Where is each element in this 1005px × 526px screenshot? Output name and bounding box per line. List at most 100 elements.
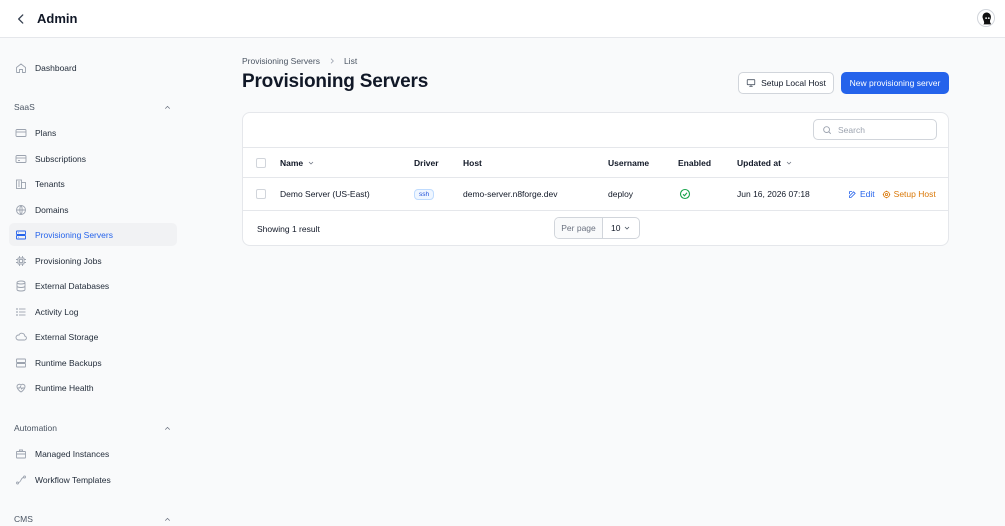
column-enabled-header: Enabled bbox=[678, 157, 712, 168]
database-icon bbox=[16, 280, 26, 291]
sidebar-item-dashboard[interactable]: Dashboard bbox=[9, 56, 177, 79]
select-all-checkbox[interactable] bbox=[256, 157, 266, 168]
group-saas-header[interactable]: SaaS bbox=[14, 100, 172, 114]
sidebar-item-runtime-health[interactable]: Runtime Health bbox=[9, 376, 177, 399]
column-driver-header: Driver bbox=[414, 157, 439, 168]
table-header: Name Driver Host Username Enabled Update… bbox=[243, 147, 948, 178]
column-name-header[interactable]: Name bbox=[280, 148, 315, 177]
cell-username: deploy bbox=[608, 189, 634, 199]
sidebar-item-label: Tenants bbox=[35, 178, 65, 189]
credit-card-icon bbox=[15, 128, 27, 137]
select-all-cell bbox=[256, 148, 266, 177]
group-cms-header[interactable]: CMS bbox=[14, 512, 172, 526]
per-page-label: Per page bbox=[555, 218, 603, 238]
new-provisioning-server-button[interactable]: New provisioning server bbox=[841, 72, 949, 94]
group-label: Automation bbox=[14, 423, 57, 433]
sidebar-item-label: Plans bbox=[35, 127, 57, 138]
sidebar-item-label: Provisioning Servers bbox=[35, 229, 113, 240]
breadcrumb-link[interactable]: Provisioning Servers bbox=[242, 56, 320, 66]
check-circle-icon bbox=[679, 188, 691, 200]
sidebar-item-label: External Storage bbox=[35, 331, 99, 342]
group-label: CMS bbox=[14, 514, 33, 524]
list-icon bbox=[16, 307, 26, 316]
setup-local-host-button[interactable]: Setup Local Host bbox=[738, 72, 834, 94]
chevron-up-icon bbox=[164, 517, 171, 521]
driver-badge: ssh bbox=[414, 188, 435, 200]
building-icon bbox=[16, 179, 26, 189]
column-updated-header[interactable]: Updated at bbox=[737, 148, 793, 177]
cell-name: Demo Server (US-East) bbox=[280, 189, 370, 199]
row-select-cell bbox=[256, 178, 266, 210]
server-stack-icon bbox=[16, 358, 26, 367]
search-box[interactable] bbox=[813, 119, 937, 140]
sidebar-item-label: Activity Log bbox=[35, 306, 79, 317]
chevron-down-icon bbox=[308, 161, 314, 165]
sidebar-item-label: Workflow Templates bbox=[35, 474, 111, 485]
sidebar-item-domains[interactable]: Domains bbox=[9, 198, 177, 221]
cell-host: demo-server.n8forge.dev bbox=[463, 189, 558, 199]
sidebar-item-label: External Databases bbox=[35, 280, 110, 291]
sidebar-item-subscriptions[interactable]: Subscriptions bbox=[9, 147, 177, 170]
cloud-icon bbox=[15, 332, 27, 340]
chevron-up-icon bbox=[164, 426, 171, 430]
sidebar-item-runtime-backups[interactable]: Runtime Backups bbox=[9, 351, 177, 374]
chevron-up-icon bbox=[164, 105, 171, 109]
setup-host-button[interactable]: Setup Host bbox=[882, 189, 936, 199]
sidebar-item-label: Provisioning Jobs bbox=[35, 255, 102, 266]
sidebar-item-provisioning-jobs[interactable]: Provisioning Jobs bbox=[9, 249, 177, 272]
search-input[interactable] bbox=[838, 124, 928, 135]
button-label: Setup Local Host bbox=[761, 78, 826, 88]
server-icon bbox=[16, 230, 26, 239]
sidebar-item-external-databases[interactable]: External Databases bbox=[9, 274, 177, 297]
monitor-icon bbox=[746, 79, 756, 87]
chevron-right-icon bbox=[330, 58, 334, 64]
cell-actions: Edit Setup Host bbox=[848, 178, 936, 210]
cpu-icon bbox=[16, 255, 26, 266]
edit-button[interactable]: Edit bbox=[848, 189, 875, 199]
cell-enabled bbox=[679, 178, 691, 210]
results-count: Showing 1 result bbox=[257, 224, 320, 234]
page-title: Provisioning Servers bbox=[242, 71, 429, 92]
briefcase-icon bbox=[16, 449, 26, 458]
sidebar-item-external-storage[interactable]: External Storage bbox=[9, 325, 177, 348]
sidebar: Dashboard SaaS Plans Subscriptions Tenan… bbox=[0, 39, 190, 526]
chevron-left-icon[interactable] bbox=[14, 12, 28, 26]
row-checkbox[interactable] bbox=[256, 189, 266, 199]
sidebar-item-label: Dashboard bbox=[35, 62, 77, 73]
pencil-square-icon bbox=[849, 190, 856, 198]
heart-pulse-icon bbox=[16, 383, 26, 393]
per-page-value: 10 bbox=[611, 223, 621, 233]
sidebar-item-label: Subscriptions bbox=[35, 153, 87, 164]
table-row[interactable]: Demo Server (US-East) ssh demo-server.n8… bbox=[243, 178, 948, 211]
chevron-down-icon bbox=[624, 226, 630, 230]
sidebar-item-label: Runtime Health bbox=[35, 382, 94, 393]
card-stack-icon bbox=[15, 154, 27, 163]
home-icon bbox=[16, 62, 26, 73]
column-label: Updated at bbox=[737, 157, 781, 168]
cell-driver: ssh bbox=[414, 178, 435, 210]
breadcrumb: Provisioning Servers List bbox=[242, 56, 357, 66]
globe-icon bbox=[16, 204, 26, 215]
per-page-control: Per page 10 bbox=[554, 217, 640, 239]
column-host-header: Host bbox=[463, 157, 482, 168]
breadcrumb-current: List bbox=[343, 56, 358, 66]
sidebar-item-managed-instances[interactable]: Managed Instances bbox=[9, 442, 177, 465]
sidebar-item-provisioning-servers[interactable]: Provisioning Servers bbox=[9, 223, 177, 246]
search-icon bbox=[823, 125, 832, 134]
per-page-select[interactable]: 10 bbox=[603, 218, 639, 238]
column-label: Name bbox=[280, 157, 304, 168]
group-automation-header[interactable]: Automation bbox=[14, 421, 172, 435]
sidebar-item-tenants[interactable]: Tenants bbox=[9, 172, 177, 195]
avatar[interactable] bbox=[977, 9, 995, 27]
sidebar-item-activity-log[interactable]: Activity Log bbox=[9, 300, 177, 323]
sidebar-item-workflow-templates[interactable]: Workflow Templates bbox=[9, 468, 177, 491]
sidebar-item-plans[interactable]: Plans bbox=[9, 121, 177, 144]
workflow-icon bbox=[16, 475, 26, 484]
sidebar-item-label: Runtime Backups bbox=[35, 357, 102, 368]
chevron-down-icon bbox=[786, 161, 792, 165]
action-label: Edit bbox=[860, 189, 875, 199]
group-label: SaaS bbox=[14, 102, 35, 112]
cell-updated-at: Jun 16, 2026 07:18 bbox=[737, 189, 810, 199]
top-bar: Admin bbox=[0, 0, 1005, 38]
sidebar-item-label: Domains bbox=[35, 204, 69, 215]
